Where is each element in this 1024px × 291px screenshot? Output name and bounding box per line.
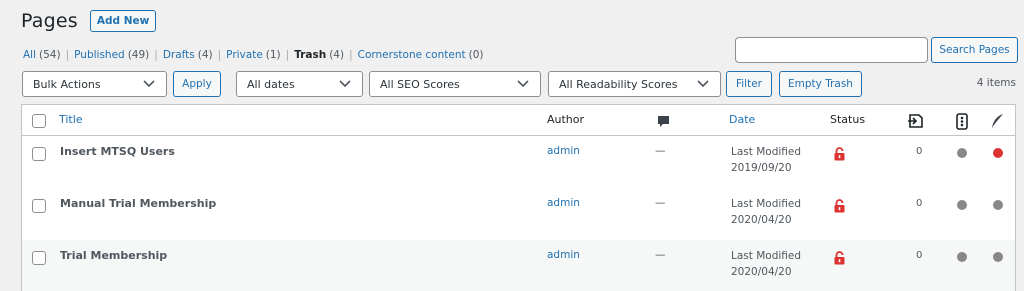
page-title-link[interactable]: Trial Membership: [60, 249, 167, 262]
date-value: 2020/04/20: [731, 214, 792, 226]
seo-filter-value: All SEO Scores: [380, 77, 460, 91]
page-header: Pages Add New: [21, 10, 157, 32]
search-input[interactable]: [735, 37, 928, 63]
author-link[interactable]: admin: [547, 145, 580, 157]
view-drafts-link[interactable]: Drafts: [163, 49, 195, 61]
dates-filter-select[interactable]: All dates: [236, 71, 363, 97]
view-cornerstone-link[interactable]: Cornerstone content: [358, 49, 466, 61]
separator: |: [154, 49, 158, 61]
bulk-actions-select[interactable]: Bulk Actions: [22, 71, 167, 97]
row-checkbox[interactable]: [32, 251, 46, 265]
view-published-count: (49): [127, 49, 150, 61]
view-cornerstone[interactable]: Cornerstone content (0): [358, 49, 484, 61]
view-trash-count: (4): [329, 49, 345, 61]
column-title-header[interactable]: Title: [59, 113, 83, 126]
admin-sidebar-edge: [0, 0, 6, 291]
column-author-header: Author: [547, 113, 585, 126]
view-all-link[interactable]: All: [23, 49, 36, 61]
pages-table: Title Author Date Status Insert MTSQ Use…: [21, 104, 1016, 291]
table-row: Manual Trial Membership admin — Last Mod…: [22, 188, 1015, 240]
date-label: Last Modified: [731, 146, 802, 158]
comment-count: —: [655, 249, 666, 261]
page-title-link[interactable]: Manual Trial Membership: [60, 197, 216, 210]
chevron-down-icon: [338, 77, 352, 91]
lock-icon: [832, 146, 846, 162]
seo-score-icon: [953, 111, 971, 131]
status-filter-links: All (54) | Published (49) | Drafts (4) | Pr…: [23, 49, 483, 61]
view-drafts[interactable]: Drafts (4): [163, 49, 213, 61]
comment-count: —: [655, 197, 666, 209]
seo-score-dot: [957, 148, 967, 158]
separator: |: [349, 49, 353, 61]
page-title: Pages: [21, 10, 78, 32]
view-private-count: (1): [265, 49, 281, 61]
comment-count: —: [655, 145, 666, 157]
empty-trash-button[interactable]: Empty Trash: [779, 71, 862, 97]
internal-links-count: 0: [916, 146, 923, 157]
items-count: 4 items: [976, 77, 1016, 89]
dates-filter-value: All dates: [247, 77, 295, 91]
comment-icon: [655, 113, 671, 129]
view-all[interactable]: All (54): [23, 49, 61, 61]
view-published[interactable]: Published (49): [74, 49, 149, 61]
readability-score-dot: [993, 148, 1003, 158]
seo-score-dot: [957, 200, 967, 210]
view-cornerstone-count: (0): [468, 49, 484, 61]
readability-score-dot: [993, 200, 1003, 210]
table-header: Title Author Date Status: [22, 105, 1015, 136]
separator: |: [217, 49, 222, 61]
view-trash[interactable]: Trash (4): [294, 49, 344, 61]
bulk-actions-value: Bulk Actions: [33, 77, 101, 91]
add-new-button[interactable]: Add New: [89, 10, 157, 32]
table-row: Insert MTSQ Users admin — Last Modified …: [22, 136, 1015, 188]
chevron-down-icon: [696, 77, 710, 91]
filter-button[interactable]: Filter: [726, 71, 772, 97]
internal-links-icon: [906, 111, 926, 131]
view-private[interactable]: Private (1): [226, 49, 280, 61]
readability-score-dot: [993, 252, 1003, 262]
date-value: 2019/09/20: [731, 162, 792, 174]
seo-score-filter-select[interactable]: All SEO Scores: [369, 71, 541, 97]
seo-score-dot: [957, 252, 967, 262]
readability-filter-value: All Readability Scores: [559, 77, 678, 91]
lock-icon: [832, 198, 846, 214]
row-checkbox[interactable]: [32, 199, 46, 213]
lock-icon: [832, 250, 846, 266]
date-value: 2020/04/20: [731, 266, 792, 278]
view-trash-link[interactable]: Trash: [294, 49, 326, 61]
internal-links-count: 0: [916, 250, 923, 261]
view-published-link[interactable]: Published: [74, 49, 125, 61]
separator: |: [65, 49, 70, 61]
chevron-down-icon: [516, 77, 530, 91]
date-label: Last Modified: [731, 198, 802, 210]
page-title-link[interactable]: Insert MTSQ Users: [60, 145, 175, 158]
readability-score-icon: [988, 111, 1006, 131]
view-private-link[interactable]: Private: [226, 49, 263, 61]
view-drafts-count: (4): [197, 49, 213, 61]
table-row: Trial Membership admin — Last Modified 2…: [22, 240, 1015, 291]
search-box: Search Pages: [735, 37, 1018, 63]
select-all-checkbox[interactable]: [32, 114, 46, 128]
date-cell: Last Modified 2020/04/20: [731, 196, 801, 228]
date-cell: Last Modified 2020/04/20: [731, 248, 801, 280]
separator: |: [285, 49, 290, 61]
view-all-count: (54): [39, 49, 61, 61]
column-status-header: Status: [830, 113, 866, 126]
apply-button[interactable]: Apply: [173, 71, 221, 97]
row-checkbox[interactable]: [32, 147, 46, 161]
column-date-header[interactable]: Date: [729, 113, 755, 126]
chevron-down-icon: [142, 77, 156, 91]
internal-links-count: 0: [916, 198, 923, 209]
author-link[interactable]: admin: [547, 197, 580, 209]
date-label: Last Modified: [731, 250, 802, 262]
search-pages-button[interactable]: Search Pages: [931, 37, 1018, 63]
readability-filter-select[interactable]: All Readability Scores: [548, 71, 721, 97]
date-cell: Last Modified 2019/09/20: [731, 144, 801, 176]
author-link[interactable]: admin: [547, 249, 580, 261]
